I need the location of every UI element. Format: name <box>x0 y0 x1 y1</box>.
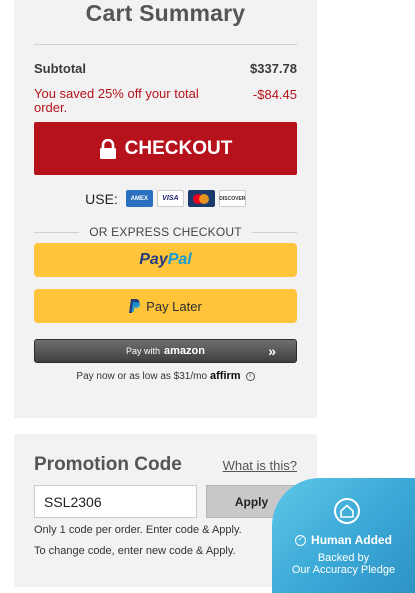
subtotal-value: $337.78 <box>250 61 297 76</box>
visa-card-icon: VISA <box>156 190 184 207</box>
cart-summary-title: Cart Summary <box>85 0 246 26</box>
info-icon[interactable]: i <box>245 371 255 381</box>
badge-title: Human Added <box>311 533 392 547</box>
badge-line: Backed by <box>317 552 370 564</box>
amazon-pay-prefix: Pay with <box>126 346 161 356</box>
divider-line <box>251 231 297 233</box>
accuracy-pledge-badge[interactable]: ✓ Human Added Backed by Our Accuracy Ple… <box>272 478 415 593</box>
promo-code-input[interactable] <box>34 485 197 518</box>
mastercard-card-icon <box>187 190 215 207</box>
amazon-pay-button[interactable]: Pay with amazon » <box>34 339 297 363</box>
promo-note: To change code, enter new code & Apply. <box>34 545 236 557</box>
checkout-label: CHECKOUT <box>124 137 233 159</box>
savings-label: You saved 25% off your total order. <box>34 86 199 115</box>
amex-card-icon: AMEX <box>125 190 153 207</box>
whats-this-link[interactable]: What is this? <box>223 458 297 473</box>
paypal-icon <box>129 299 141 313</box>
use-label: USE: <box>85 190 118 207</box>
double-chevron-right-icon: » <box>268 343 276 359</box>
badge-line: Our Accuracy Pledge <box>291 564 396 576</box>
amazon-logo: amazon <box>164 345 205 357</box>
affirm-text: Pay now or as low as $31/mo <box>76 370 208 382</box>
accepted-cards: USE: AMEX VISA DISCOVER <box>14 190 317 207</box>
lock-icon <box>99 138 116 159</box>
house-icon <box>334 498 360 524</box>
savings-value: -$84.45 <box>252 87 297 102</box>
promotion-title: Promotion Code <box>34 454 182 475</box>
promo-note: Only 1 code per order. Enter code & Appl… <box>34 524 242 536</box>
checkout-button[interactable]: CHECKOUT <box>34 122 297 175</box>
paypal-pay-later-button[interactable]: Pay Later <box>34 289 297 323</box>
subtotal-label: Subtotal <box>34 61 86 76</box>
paylater-label: Pay Later <box>146 298 202 314</box>
divider-line <box>34 231 80 233</box>
discover-card-icon: DISCOVER <box>218 190 246 207</box>
check-circle-icon: ✓ <box>295 534 307 546</box>
express-label: OR EXPRESS CHECKOUT <box>89 225 242 239</box>
paypal-logo-part1: Pay <box>139 251 168 268</box>
paypal-logo-part2: Pal <box>167 251 192 268</box>
express-checkout-divider: OR EXPRESS CHECKOUT <box>34 224 297 240</box>
affirm-logo: affirm <box>210 370 241 382</box>
divider <box>34 44 297 45</box>
paypal-button[interactable]: Pay Pal <box>34 243 297 277</box>
affirm-promo: Pay now or as low as $31/mo affirm i <box>14 370 317 382</box>
badge-title-row: ✓ Human Added <box>272 533 415 547</box>
cart-summary-panel: Cart Summary Subtotal $337.78 You saved … <box>14 0 317 418</box>
